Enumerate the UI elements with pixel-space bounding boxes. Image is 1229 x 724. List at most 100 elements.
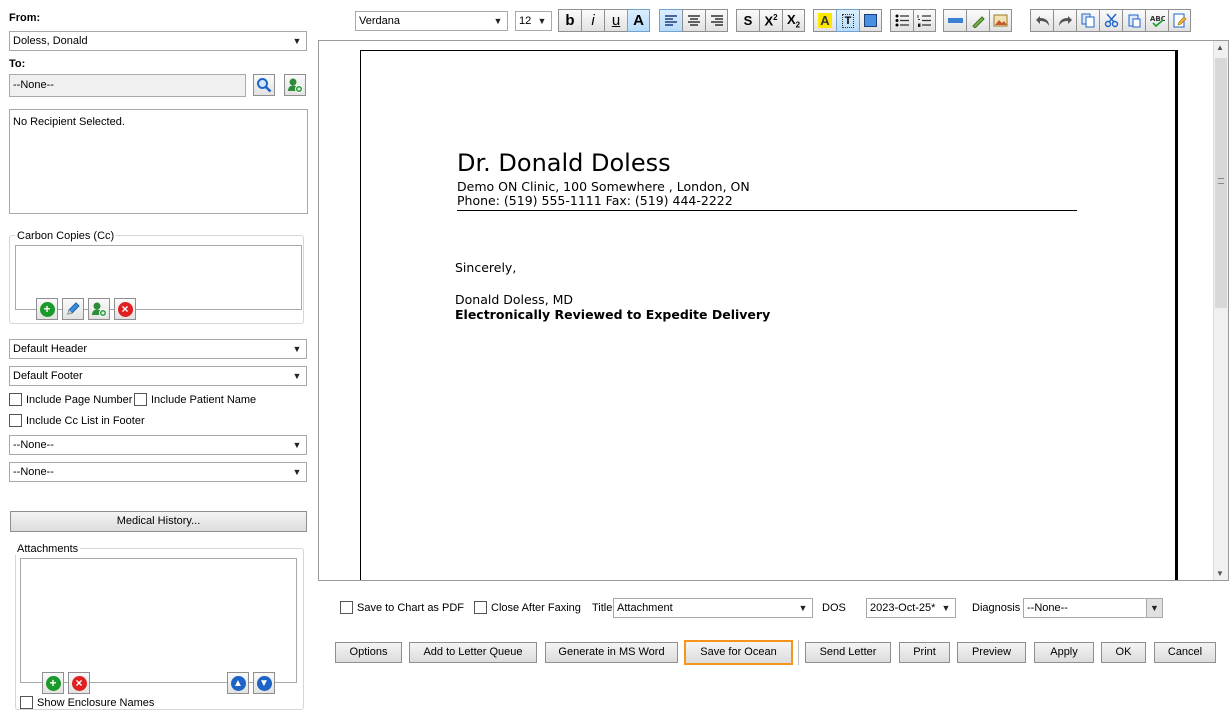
to-value: --None-- xyxy=(13,79,54,91)
align-left-button[interactable] xyxy=(659,9,682,32)
cut-button[interactable] xyxy=(1099,9,1122,32)
fill-color-icon xyxy=(864,14,877,27)
scissors-icon xyxy=(1104,13,1118,28)
search-recipient-button[interactable] xyxy=(253,74,275,96)
attachments-list[interactable] xyxy=(20,558,297,683)
attachments-legend: Attachments xyxy=(15,543,81,555)
ok-button[interactable]: OK xyxy=(1101,642,1146,663)
close-after-faxing-label: Close After Faxing xyxy=(491,602,581,614)
cc-list[interactable] xyxy=(15,245,302,310)
redo-button[interactable] xyxy=(1053,9,1076,32)
insert-image-button[interactable] xyxy=(989,9,1012,32)
print-button[interactable]: Print xyxy=(899,642,950,663)
italic-button[interactable]: i xyxy=(581,9,604,32)
close-after-faxing-checkbox[interactable] xyxy=(474,601,487,614)
show-enclosure-names-checkbox[interactable] xyxy=(20,696,33,709)
background-color-button[interactable] xyxy=(859,9,882,32)
none-select-1[interactable]: --None-- ▼ xyxy=(9,435,307,455)
bold-button[interactable]: b xyxy=(558,9,581,32)
to-select[interactable]: --None-- xyxy=(9,74,246,97)
cc-list-footer-checkbox[interactable] xyxy=(9,414,22,427)
align-center-button[interactable] xyxy=(682,9,705,32)
font-family-value: Verdana xyxy=(359,15,400,27)
from-value: Doless, Donald xyxy=(13,35,88,47)
from-select[interactable]: Doless, Donald ▼ xyxy=(9,31,307,51)
cc-remove-button[interactable]: × xyxy=(114,298,136,320)
insert-link-button[interactable] xyxy=(966,9,989,32)
chevron-down-icon: ▼ xyxy=(292,344,302,354)
attachment-add-button[interactable]: + xyxy=(42,672,64,694)
cc-add-button[interactable]: + xyxy=(36,298,58,320)
font-family-select[interactable]: Verdana ▼ xyxy=(355,11,508,31)
svg-text:ABC: ABC xyxy=(1150,15,1165,23)
bullet-list-button[interactable] xyxy=(890,9,913,32)
superscript-button[interactable]: X2 xyxy=(759,9,782,32)
none-select-2[interactable]: --None-- ▼ xyxy=(9,462,307,482)
chevron-down-icon: ▼ xyxy=(292,440,302,450)
save-for-ocean-button[interactable]: Save for Ocean xyxy=(684,640,793,665)
font-size-value: 12 xyxy=(519,15,532,27)
generate-ms-word-button[interactable]: Generate in MS Word xyxy=(545,642,678,663)
undo-button[interactable] xyxy=(1030,9,1053,32)
attachment-remove-button[interactable]: × xyxy=(68,672,90,694)
editor-scrollbar[interactable]: ▲ ▼ xyxy=(1213,41,1228,580)
options-button[interactable]: Options xyxy=(335,642,402,663)
letter-editor[interactable]: Dr. Donald Doless Demo ON Clinic, 100 So… xyxy=(318,40,1229,581)
medical-history-button[interactable]: Medical History... xyxy=(10,511,307,532)
letter-page[interactable]: Dr. Donald Doless Demo ON Clinic, 100 So… xyxy=(360,50,1178,580)
horizontal-rule-icon xyxy=(947,18,963,23)
edit-group: ABC xyxy=(1030,9,1191,32)
edit-source-button[interactable] xyxy=(1168,9,1191,32)
font-color-button[interactable]: A xyxy=(627,9,650,32)
underline-button[interactable]: u xyxy=(604,9,627,32)
numbered-list-button[interactable] xyxy=(913,9,936,32)
horizontal-rule-button[interactable] xyxy=(943,9,966,32)
highlight-button[interactable]: A xyxy=(813,9,836,32)
strikethrough-button[interactable]: S xyxy=(736,9,759,32)
footer-select[interactable]: Default Footer ▼ xyxy=(9,366,307,386)
save-pdf-checkbox[interactable] xyxy=(340,601,353,614)
cc-edit-button[interactable] xyxy=(62,298,84,320)
signature-name: Donald Doless, MD xyxy=(455,292,574,307)
text-box-button[interactable]: T xyxy=(836,9,859,32)
scroll-down-icon[interactable]: ▼ xyxy=(1216,569,1224,578)
spell-check-button[interactable]: ABC xyxy=(1145,9,1168,32)
dos-date-picker[interactable]: 2023-Oct-25* ▼ xyxy=(866,598,956,618)
add-to-letter-queue-button[interactable]: Add to Letter Queue xyxy=(409,642,537,663)
scrollbar-thumb[interactable] xyxy=(1215,58,1227,308)
add-recipient-button[interactable] xyxy=(284,74,306,96)
cancel-button[interactable]: Cancel xyxy=(1154,642,1216,663)
send-letter-button[interactable]: Send Letter xyxy=(805,642,891,663)
undo-icon xyxy=(1035,16,1049,26)
scroll-up-icon[interactable]: ▲ xyxy=(1216,43,1224,52)
remove-icon: × xyxy=(71,675,87,691)
none-select-1-value: --None-- xyxy=(13,439,54,451)
apply-button[interactable]: Apply xyxy=(1034,642,1094,663)
insert-group xyxy=(943,9,1012,32)
save-pdf-label: Save to Chart as PDF xyxy=(357,602,464,614)
pen-icon xyxy=(971,16,985,28)
list-group xyxy=(890,9,936,32)
patient-name-checkbox[interactable] xyxy=(134,393,147,406)
diagnosis-select[interactable]: --None-- ▼ xyxy=(1023,598,1163,618)
footer-value: Default Footer xyxy=(13,370,83,382)
preview-button[interactable]: Preview xyxy=(957,642,1026,663)
header-select[interactable]: Default Header ▼ xyxy=(9,339,307,359)
superscript-icon: X2 xyxy=(764,12,778,29)
grip-icon xyxy=(1218,178,1224,184)
title-select[interactable]: Attachment ▼ xyxy=(613,598,813,618)
attachment-move-up-button[interactable]: ▲ xyxy=(227,672,249,694)
cc-add-user-button[interactable] xyxy=(88,298,110,320)
subscript-button[interactable]: X2 xyxy=(782,9,805,32)
font-size-select[interactable]: 12 ▼ xyxy=(515,11,552,31)
title-value: Attachment xyxy=(617,602,673,614)
copy-button[interactable] xyxy=(1076,9,1099,32)
diagnosis-value: --None-- xyxy=(1027,602,1068,614)
page-number-checkbox[interactable] xyxy=(9,393,22,406)
chevron-down-icon: ▼ xyxy=(493,16,503,26)
paste-button[interactable] xyxy=(1122,9,1145,32)
arrow-up-icon: ▲ xyxy=(230,675,246,691)
button-divider xyxy=(798,640,799,665)
align-right-button[interactable] xyxy=(705,9,728,32)
attachment-move-down-button[interactable]: ▼ xyxy=(253,672,275,694)
